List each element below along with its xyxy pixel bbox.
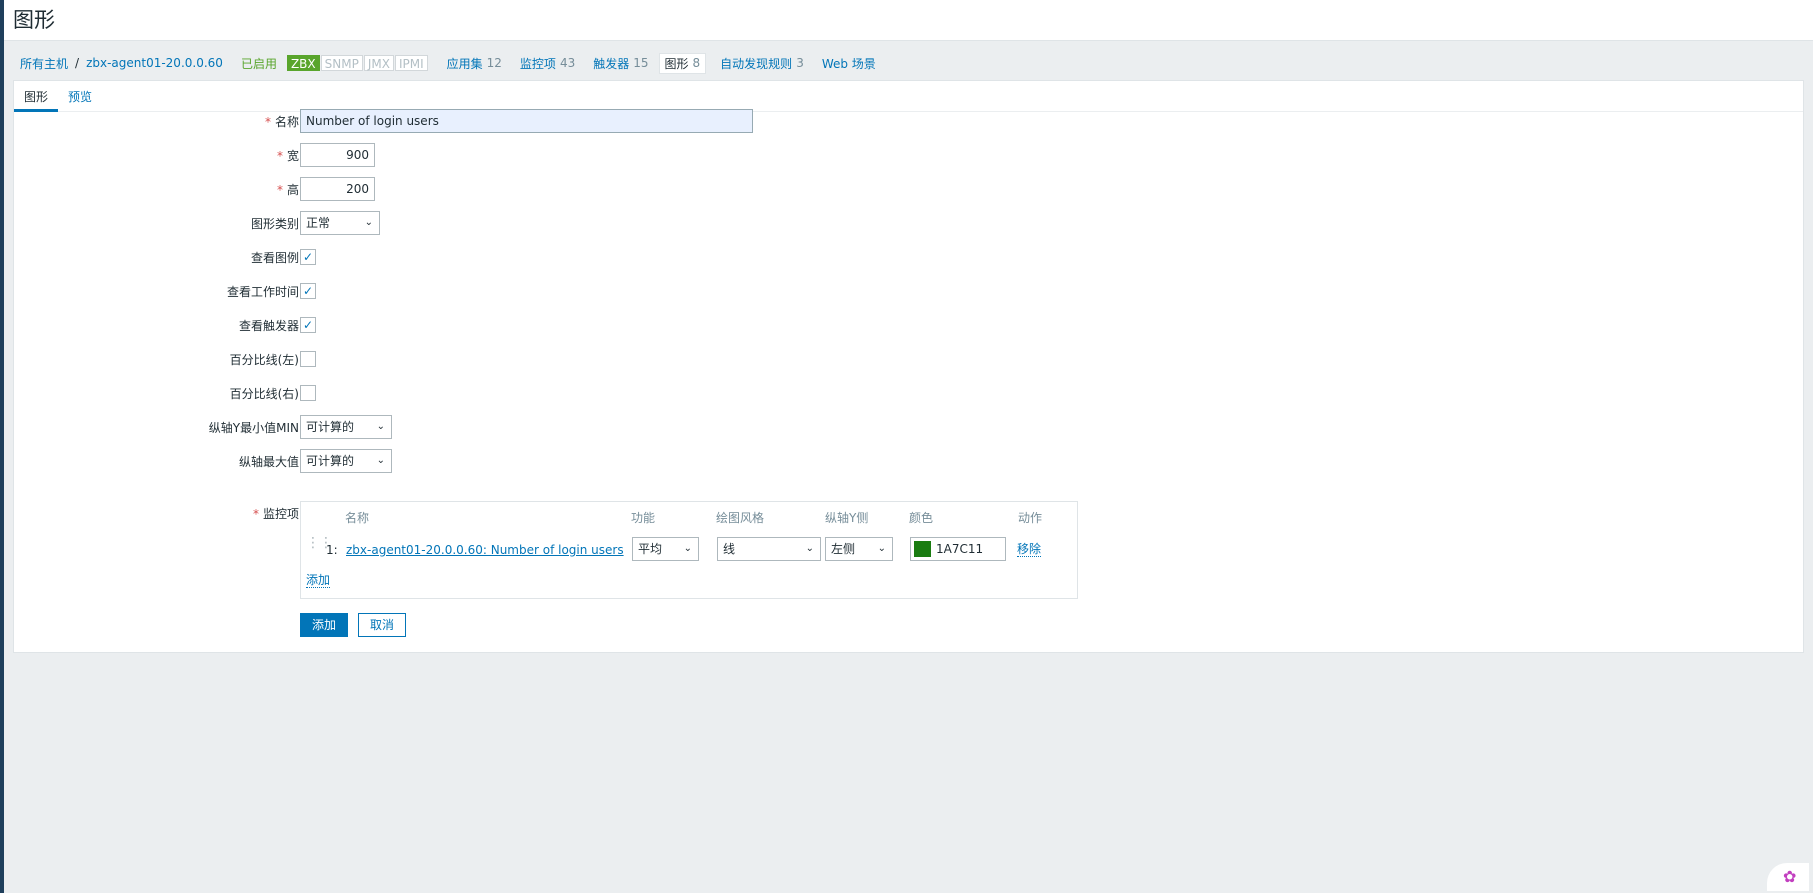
host-navigation: 所有主机 / zbx-agent01-20.0.0.60 已启用 ZBX SNM… bbox=[20, 52, 876, 74]
item-function-select[interactable]: 平均 ⌄ bbox=[632, 537, 699, 561]
col-header-function: 功能 bbox=[631, 511, 656, 525]
nav-all-hosts-link[interactable]: 所有主机 bbox=[20, 55, 68, 72]
nav-graphs-label: 图形 bbox=[664, 56, 689, 71]
percentile-left-label: 百分比线(左) bbox=[229, 353, 299, 367]
nav-triggers-link[interactable]: 触发器 bbox=[593, 55, 629, 72]
show-work-period-label: 查看工作时间 bbox=[226, 285, 299, 299]
item-remove-link[interactable]: 移除 bbox=[1017, 543, 1042, 557]
col-header-draw-style: 绘图风格 bbox=[716, 511, 765, 525]
tab-preview[interactable]: 预览 bbox=[68, 88, 92, 105]
show-legend-label: 查看图例 bbox=[250, 251, 299, 265]
add-item-link[interactable]: 添加 bbox=[306, 574, 331, 588]
chevron-down-icon: ⌄ bbox=[376, 421, 385, 432]
badge-zbx: ZBX bbox=[286, 55, 320, 71]
height-input[interactable]: 200 bbox=[300, 177, 375, 201]
col-header-y-axis: 纵轴Y侧 bbox=[825, 511, 869, 525]
percentile-right-checkbox[interactable] bbox=[300, 385, 316, 401]
ymin-select[interactable]: 可计算的 ⌄ bbox=[300, 415, 392, 439]
percentile-right-label: 百分比线(右) bbox=[229, 387, 299, 401]
nav-discovery-rules[interactable]: 自动发现规则 3 bbox=[720, 55, 804, 72]
item-name-link[interactable]: zbx-agent01-20.0.0.60: Number of login u… bbox=[346, 543, 624, 557]
cancel-button[interactable]: 取消 bbox=[358, 613, 406, 637]
tab-graph[interactable]: 图形 bbox=[24, 88, 48, 105]
show-work-period-checkbox[interactable]: ✓ bbox=[300, 283, 316, 299]
nav-applications-link[interactable]: 应用集 bbox=[447, 55, 483, 72]
add-button[interactable]: 添加 bbox=[300, 613, 348, 637]
page-title: 图形 bbox=[13, 8, 55, 32]
active-tab-indicator bbox=[14, 109, 58, 112]
breadcrumb-separator: / bbox=[75, 56, 80, 70]
availability-badges: ZBX SNMP JMX IPMI bbox=[286, 55, 429, 71]
show-triggers-checkbox[interactable]: ✓ bbox=[300, 317, 316, 333]
nav-host-link[interactable]: zbx-agent01-20.0.0.60 bbox=[86, 56, 223, 70]
name-label: * 名称 bbox=[264, 115, 299, 129]
nav-graphs-count: 8 bbox=[692, 56, 701, 70]
check-icon: ✓ bbox=[302, 284, 314, 298]
nav-graphs[interactable]: 图形 8 bbox=[658, 52, 707, 74]
page-header: 图形 bbox=[4, 0, 1813, 41]
col-header-name: 名称 bbox=[345, 511, 370, 525]
item-index: 1: bbox=[326, 543, 338, 557]
graph-items-table: 名称 功能 绘图风格 纵轴Y侧 颜色 动作 ⋮⋮ 1: zbx-agent01-… bbox=[300, 501, 1078, 599]
show-legend-checkbox[interactable]: ✓ bbox=[300, 249, 316, 265]
nav-applications[interactable]: 应用集 12 bbox=[447, 55, 502, 72]
item-color-input[interactable]: 1A7C11 bbox=[910, 537, 1006, 561]
chevron-down-icon: ⌄ bbox=[877, 543, 886, 554]
nav-web-scenarios[interactable]: Web 场景 bbox=[822, 55, 876, 72]
col-header-color: 颜色 bbox=[909, 511, 934, 525]
nav-items-count: 43 bbox=[559, 56, 576, 70]
nav-web-scenarios-link[interactable]: Web 场景 bbox=[822, 55, 876, 72]
name-input[interactable]: Number of login users bbox=[300, 109, 753, 133]
drag-handle-icon[interactable]: ⋮⋮ bbox=[306, 536, 333, 558]
nav-triggers-count: 15 bbox=[633, 56, 649, 70]
nav-items-link[interactable]: 监控项 bbox=[520, 55, 556, 72]
chevron-down-icon: ⌄ bbox=[376, 455, 385, 466]
chevron-down-icon: ⌄ bbox=[364, 217, 373, 228]
floating-assistant-icon[interactable]: ✿ bbox=[1767, 863, 1809, 891]
nav-discovery-rules-link[interactable]: 自动发现规则 bbox=[720, 55, 792, 72]
nav-triggers[interactable]: 触发器 15 bbox=[593, 55, 648, 72]
badge-snmp: SNMP bbox=[320, 55, 363, 71]
show-triggers-label: 查看触发器 bbox=[238, 319, 299, 333]
chevron-down-icon: ⌄ bbox=[683, 543, 692, 554]
percentile-left-checkbox[interactable] bbox=[300, 351, 316, 367]
nav-items[interactable]: 监控项 43 bbox=[520, 55, 575, 72]
check-icon: ✓ bbox=[302, 250, 314, 264]
width-input[interactable]: 900 bbox=[300, 143, 375, 167]
col-header-action: 动作 bbox=[1018, 511, 1043, 525]
check-icon: ✓ bbox=[302, 318, 314, 332]
nav-applications-count: 12 bbox=[486, 56, 502, 70]
items-label: * 监控项 bbox=[252, 507, 299, 521]
graph-form-panel: 图形 预览 * 名称 Number of login users * 宽 900 *… bbox=[13, 80, 1804, 653]
chevron-down-icon: ⌄ bbox=[805, 543, 814, 554]
badge-ipmi: IPMI bbox=[394, 55, 428, 71]
nav-discovery-rules-count: 3 bbox=[796, 56, 804, 70]
badge-jmx: JMX bbox=[363, 55, 394, 71]
color-swatch[interactable] bbox=[914, 541, 931, 557]
item-y-axis-select[interactable]: 左侧 ⌄ bbox=[825, 537, 893, 561]
host-status-enabled[interactable]: 已启用 bbox=[241, 55, 277, 72]
left-sidebar-strip bbox=[0, 0, 4, 893]
ymax-label: 纵轴最大值 bbox=[238, 455, 299, 469]
item-draw-style-select[interactable]: 线 ⌄ bbox=[717, 537, 821, 561]
ymax-select[interactable]: 可计算的 ⌄ bbox=[300, 449, 392, 473]
assistant-icon: ✿ bbox=[1783, 867, 1797, 886]
height-label: * 高 bbox=[276, 183, 299, 197]
width-label: * 宽 bbox=[276, 149, 299, 163]
graph-type-label: 图形类别 bbox=[250, 217, 299, 231]
form-tabs: 图形 预览 bbox=[14, 81, 1803, 112]
ymin-label: 纵轴Y最小值MIN bbox=[208, 421, 299, 435]
graph-type-select[interactable]: 正常 ⌄ bbox=[300, 211, 380, 235]
